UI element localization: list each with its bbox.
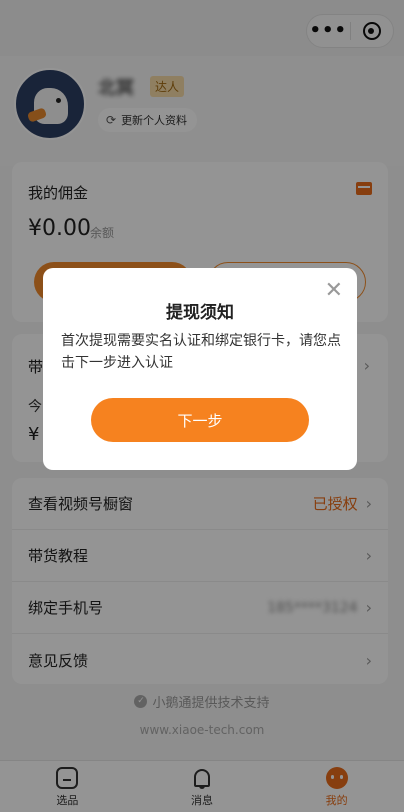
next-step-button[interactable]: 下一步 [91,398,309,442]
dialog-message: 首次提现需要实名认证和绑定银行卡，请您点击下一步进入认证 [61,333,341,371]
withdraw-notice-dialog: ✕ 提现须知 首次提现需要实名认证和绑定银行卡，请您点击下一步进入认证 下一步 [43,268,357,470]
dialog-title: 提现须知 [166,303,234,323]
